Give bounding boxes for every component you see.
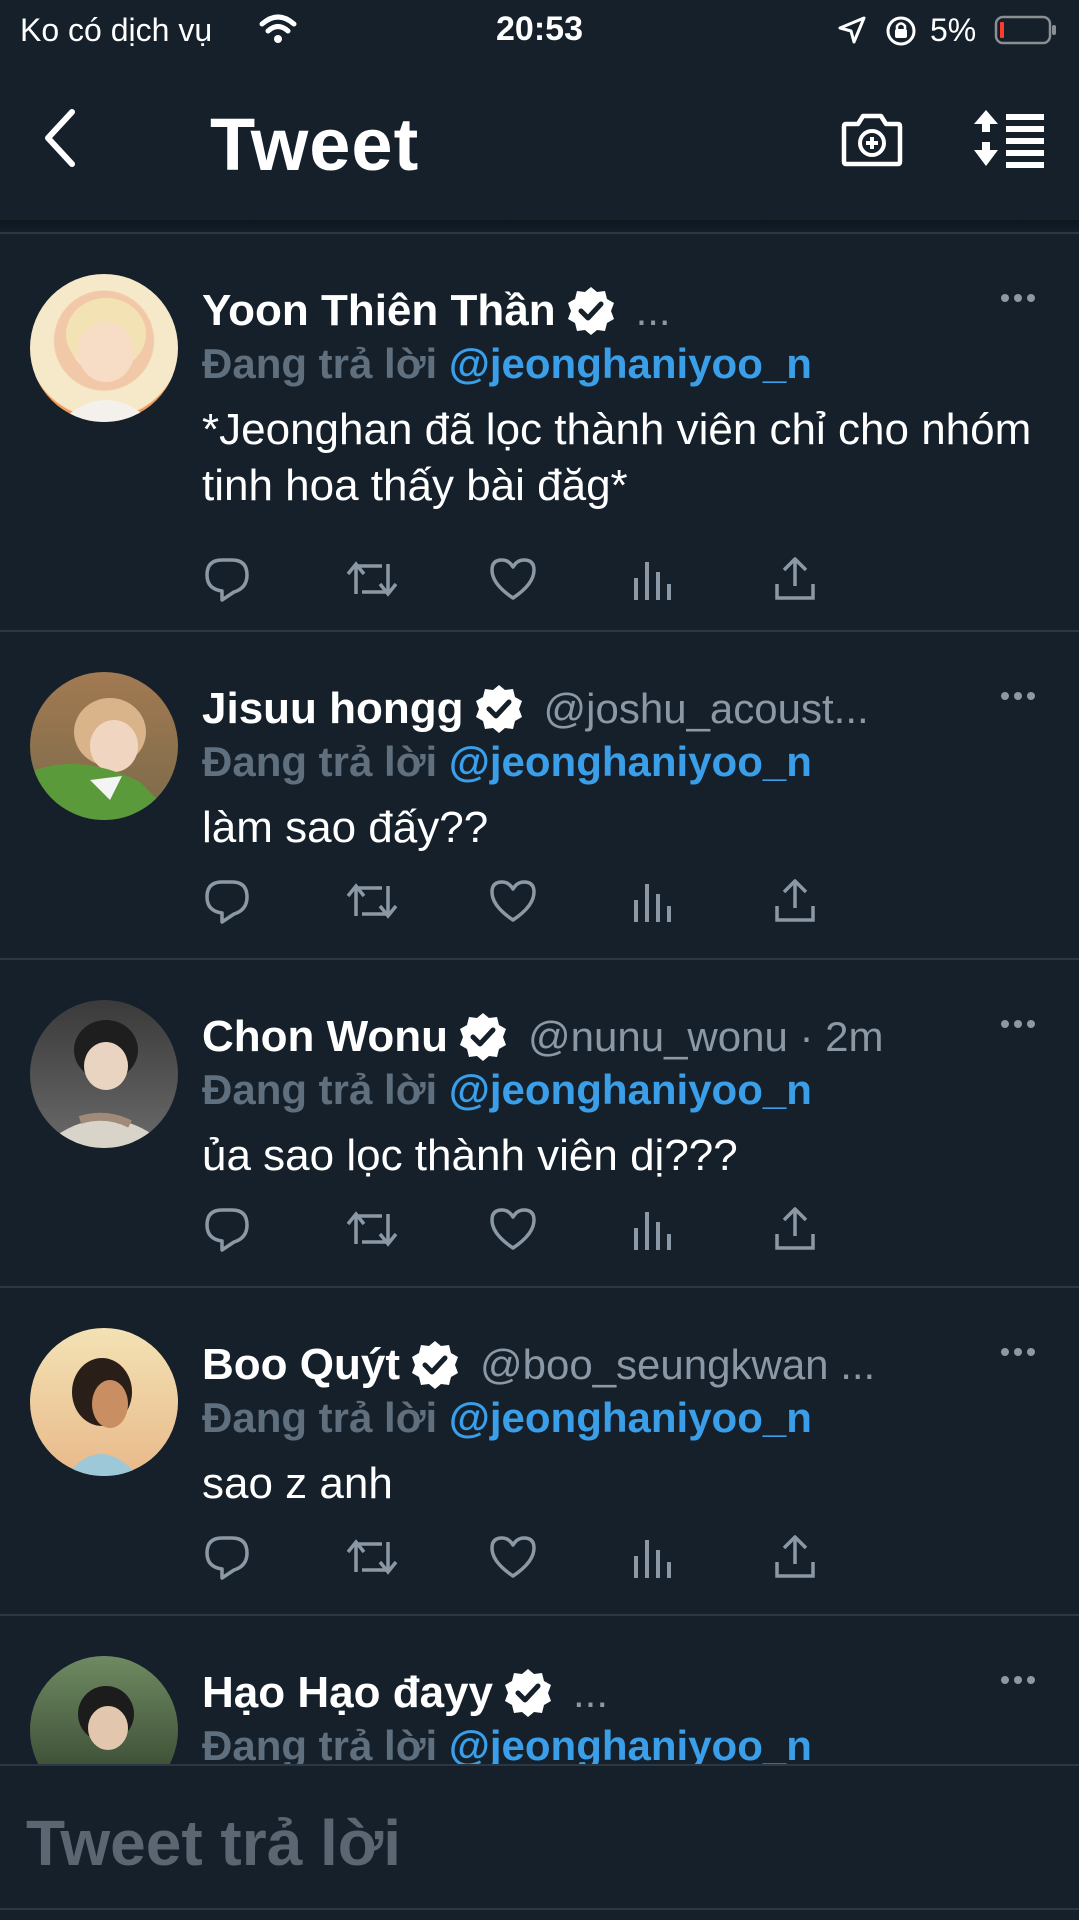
heart-icon[interactable]	[488, 1532, 538, 1582]
more-horizontal-icon[interactable]	[1000, 1346, 1036, 1358]
share-icon[interactable]	[770, 876, 820, 926]
tweet-item[interactable]: Chon Wonu @nunu_wonu · 2m Đang trả lời @…	[0, 960, 1079, 1288]
replying-label: Đang trả lời	[202, 1394, 438, 1441]
heart-icon[interactable]	[488, 1204, 538, 1254]
camera-plus-icon[interactable]	[840, 110, 904, 168]
user-handle[interactable]: ...	[636, 287, 671, 335]
tweet-item[interactable]: Hạo Hạo đayy ... Đang trả lời @jeonghani…	[0, 1616, 1079, 1764]
display-name[interactable]: Jisuu hongg	[202, 684, 464, 734]
tweet-actions	[202, 554, 982, 610]
avatar[interactable]	[30, 1656, 178, 1764]
analytics-icon[interactable]	[630, 876, 674, 926]
replying-label: Đang trả lời	[202, 1722, 438, 1764]
display-name[interactable]: Hạo Hạo đayy	[202, 1668, 493, 1718]
tweet-item[interactable]: Jisuu hongg @joshu_acoust... Đang trả lờ…	[0, 632, 1079, 960]
tweet-text: sao z anh	[202, 1459, 393, 1508]
avatar-image-icon	[66, 1358, 138, 1476]
retweet-icon[interactable]	[344, 1204, 400, 1254]
tweet-header: Hạo Hạo đayy ...	[202, 1664, 982, 1722]
tweet-text: làm sao đấy??	[202, 803, 489, 852]
tweet-header: Jisuu hongg @joshu_acoust...	[202, 680, 982, 738]
reply-input[interactable]: Tweet trả lời	[26, 1806, 401, 1880]
tweet-item[interactable]: Yoon Thiên Thần ... Đang trả lời @jeongh…	[0, 234, 1079, 632]
analytics-icon[interactable]	[630, 554, 674, 604]
location-icon	[838, 16, 866, 44]
analytics-icon[interactable]	[630, 1204, 674, 1254]
verified-badge-icon	[567, 287, 614, 335]
display-name[interactable]: Boo Quýt	[202, 1340, 400, 1390]
verified-badge-icon	[411, 1341, 458, 1389]
mention-link[interactable]: @jeonghaniyoo_n	[449, 1394, 812, 1441]
more-horizontal-icon[interactable]	[1000, 1018, 1036, 1030]
page-title: Tweet	[210, 103, 420, 186]
battery-percent: 5%	[930, 12, 977, 48]
sort-icon[interactable]	[972, 108, 1046, 168]
user-handle[interactable]: @nunu_wonu · 2m	[528, 1013, 884, 1061]
divider	[0, 1908, 1079, 1910]
more-horizontal-icon[interactable]	[1000, 1674, 1036, 1686]
reply-icon[interactable]	[202, 554, 252, 604]
navigation-bar: Tweet	[0, 62, 1079, 222]
mention-link[interactable]: @jeonghaniyoo_n	[449, 340, 812, 387]
tweet-text: ủa sao lọc thành viên dị???	[202, 1131, 738, 1180]
more-horizontal-icon[interactable]	[1000, 292, 1036, 304]
user-handle[interactable]: @joshu_acoust...	[544, 685, 869, 733]
tweet-header: Chon Wonu @nunu_wonu · 2m	[202, 1008, 982, 1066]
tweet-actions	[202, 876, 982, 932]
share-icon[interactable]	[770, 554, 820, 604]
verified-badge-icon	[460, 1013, 506, 1061]
user-handle[interactable]: ...	[573, 1669, 608, 1717]
tweet-header: Yoon Thiên Thần ...	[202, 282, 982, 340]
avatar-image-icon	[60, 298, 152, 422]
avatar[interactable]	[30, 1000, 178, 1148]
user-handle[interactable]: @boo_seungkwan ...	[480, 1341, 875, 1389]
avatar-image-icon	[30, 698, 178, 820]
avatar[interactable]	[30, 672, 178, 820]
tweet-header: Boo Quýt @boo_seungkwan ...	[202, 1336, 982, 1394]
share-icon[interactable]	[770, 1532, 820, 1582]
display-name[interactable]: Yoon Thiên Thần	[202, 286, 556, 336]
more-horizontal-icon[interactable]	[1000, 690, 1036, 702]
avatar-image-icon	[40, 1020, 170, 1148]
replying-label: Đang trả lời	[202, 1066, 438, 1113]
reply-list: Yoon Thiên Thần ... Đang trả lời @jeongh…	[0, 234, 1079, 1764]
avatar[interactable]	[30, 1328, 178, 1476]
avatar[interactable]	[30, 274, 178, 422]
retweet-icon[interactable]	[344, 1532, 400, 1582]
reply-compose-bar[interactable]: Tweet trả lời	[0, 1764, 1079, 1920]
tweet-text: *Jeonghan đã lọc thành viên chỉ cho nhóm…	[202, 405, 1032, 510]
reply-icon[interactable]	[202, 1532, 252, 1582]
avatar-image-icon	[78, 1686, 134, 1750]
heart-icon[interactable]	[488, 876, 538, 926]
replying-label: Đang trả lời	[202, 738, 438, 785]
tweet-actions	[202, 1532, 982, 1588]
replying-to: Đang trả lời @jeonghaniyoo_n	[202, 1066, 812, 1114]
reply-icon[interactable]	[202, 1204, 252, 1254]
replying-to: Đang trả lời @jeonghaniyoo_n	[202, 1394, 812, 1442]
analytics-icon[interactable]	[630, 1532, 674, 1582]
tweet-item[interactable]: Boo Quýt @boo_seungkwan ... Đang trả lời…	[0, 1288, 1079, 1616]
rotation-lock-icon	[886, 16, 916, 46]
status-bar: Ko có dịch vụ 20:53 5%	[0, 0, 1079, 62]
heart-icon[interactable]	[488, 554, 538, 604]
tweet-actions	[202, 1204, 982, 1260]
mention-link[interactable]: @jeonghaniyoo_n	[449, 1722, 812, 1764]
share-icon[interactable]	[770, 1204, 820, 1254]
battery-icon	[994, 15, 1056, 45]
replying-to: Đang trả lời @jeonghaniyoo_n	[202, 340, 812, 388]
display-name[interactable]: Chon Wonu	[202, 1012, 448, 1062]
mention-link[interactable]: @jeonghaniyoo_n	[449, 738, 812, 785]
retweet-icon[interactable]	[344, 876, 400, 926]
replying-to: Đang trả lời @jeonghaniyoo_n	[202, 738, 812, 786]
retweet-icon[interactable]	[344, 554, 400, 604]
replying-label: Đang trả lời	[202, 340, 438, 387]
verified-badge-icon	[504, 1669, 551, 1717]
mention-link[interactable]: @jeonghaniyoo_n	[449, 1066, 812, 1113]
reply-icon[interactable]	[202, 876, 252, 926]
chevron-left-icon[interactable]	[40, 106, 80, 170]
verified-badge-icon	[475, 685, 522, 733]
replying-to: Đang trả lời @jeonghaniyoo_n	[202, 1722, 812, 1764]
